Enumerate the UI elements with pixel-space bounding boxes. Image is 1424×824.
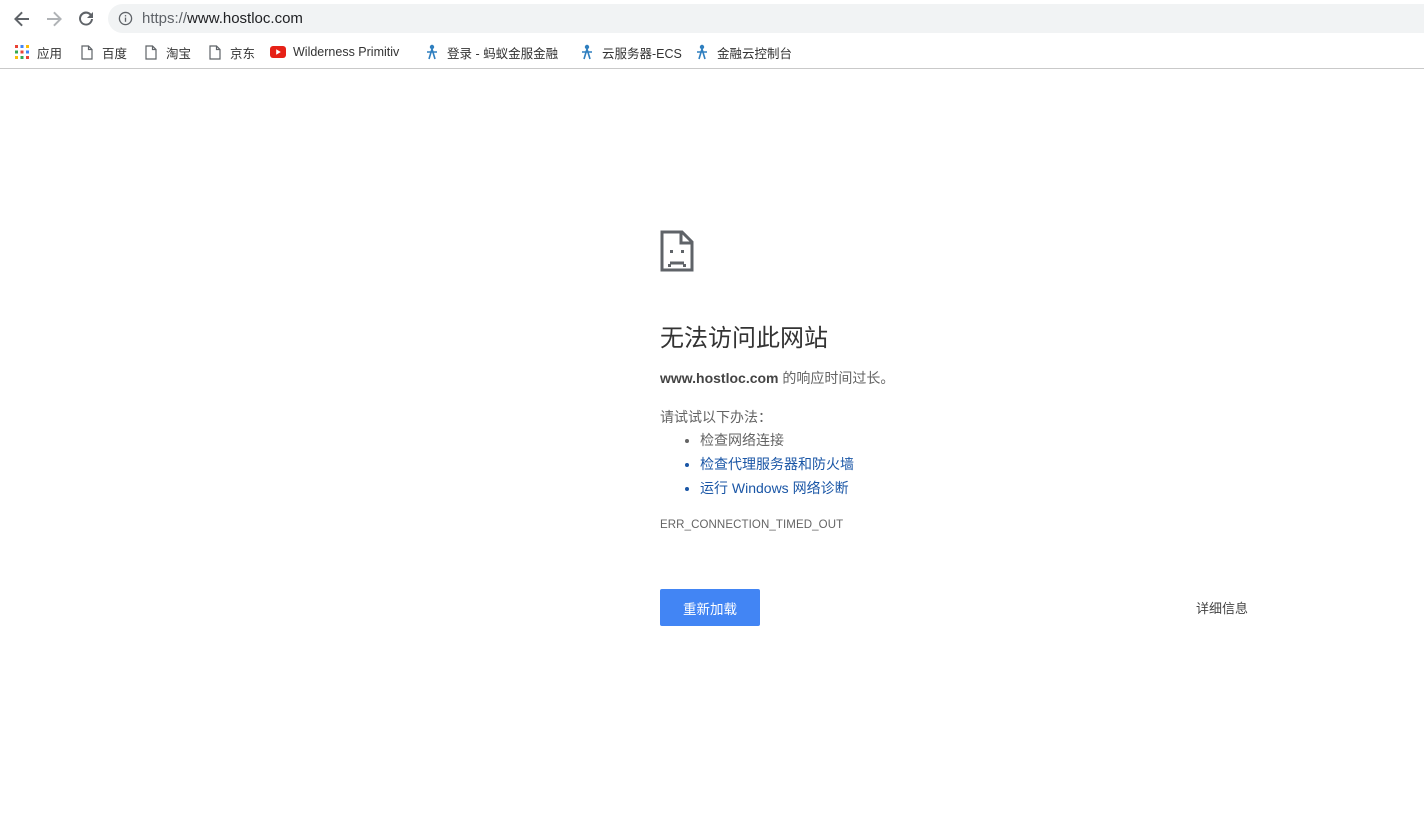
bookmark-label: 应用 — [37, 46, 63, 61]
url-scheme: https:// — [142, 10, 188, 27]
sad-page-icon — [660, 230, 694, 272]
bookmark-ecs[interactable]: 云服务器-ECS — [579, 43, 682, 61]
apps-grid-icon — [14, 44, 30, 60]
page-icon — [207, 44, 223, 60]
page-icon — [79, 44, 95, 60]
bookmark-jd[interactable]: 京东 — [207, 43, 255, 61]
info-icon[interactable] — [118, 11, 133, 26]
address-bar[interactable]: https://www.hostloc.com — [108, 4, 1424, 33]
reload-icon — [79, 11, 93, 26]
url-host: www.hostloc.com — [187, 10, 303, 27]
bookmark-label: 淘宝 — [166, 46, 192, 61]
try-label: 请试试以下办法： — [660, 409, 772, 425]
youtube-icon — [270, 44, 286, 60]
antfin-icon — [579, 44, 595, 60]
error-code: ERR_CONNECTION_TIMED_OUT — [660, 519, 844, 531]
bookmarks-bar: 应用 百度 淘宝 京东 Wilderness Primitiv 登录 - 蚂蚁金… — [0, 36, 1424, 69]
bookmark-label: 金融云控制台 — [717, 46, 793, 61]
reload-toolbar-button[interactable] — [75, 8, 97, 30]
reload-button[interactable]: 重新加载 — [660, 589, 760, 626]
browser-toolbar: https://www.hostloc.com — [0, 0, 1424, 36]
back-button[interactable] — [11, 8, 33, 30]
error-message: www.hostloc.com 的响应时间过长。 — [660, 368, 894, 388]
bookmark-label: 登录 - 蚂蚁金服金融 — [447, 46, 559, 61]
antfin-icon — [424, 44, 440, 60]
details-button[interactable]: 详细信息 — [1196, 598, 1248, 617]
bookmark-label: 云服务器-ECS — [602, 46, 682, 61]
suggestion-run-diagnostics-link[interactable]: 运行 Windows 网络诊断 — [700, 478, 854, 502]
bookmark-label: Wilderness Primitiv — [293, 45, 400, 59]
page-icon — [143, 44, 159, 60]
bookmark-taobao[interactable]: 淘宝 — [143, 43, 191, 61]
suggestion-check-proxy-link[interactable]: 检查代理服务器和防火墙 — [700, 454, 854, 478]
url-text: https://www.hostloc.com — [142, 10, 303, 27]
bookmark-youtube[interactable]: Wilderness Primitiv — [270, 43, 403, 61]
error-message-suffix: 的响应时间过长。 — [778, 370, 895, 386]
bookmark-apps[interactable]: 应用 — [14, 43, 62, 61]
bookmark-antfin-login[interactable]: 登录 - 蚂蚁金服金融 — [424, 43, 559, 61]
error-title: 无法访问此网站 — [660, 324, 828, 352]
bookmark-baidu[interactable]: 百度 — [79, 43, 127, 61]
bookmark-label: 京东 — [230, 46, 256, 61]
suggestion-check-network: 检查网络连接 — [700, 430, 854, 454]
error-host: www.hostloc.com — [660, 370, 779, 386]
bookmark-finance-cloud[interactable]: 金融云控制台 — [694, 43, 792, 61]
back-arrow-icon — [14, 11, 29, 27]
antfin-icon — [694, 44, 710, 60]
bookmark-label: 百度 — [102, 46, 128, 61]
forward-button[interactable] — [43, 8, 65, 30]
suggestions-list: 检查网络连接 检查代理服务器和防火墙 运行 Windows 网络诊断 — [680, 430, 854, 502]
forward-arrow-icon — [47, 11, 62, 27]
